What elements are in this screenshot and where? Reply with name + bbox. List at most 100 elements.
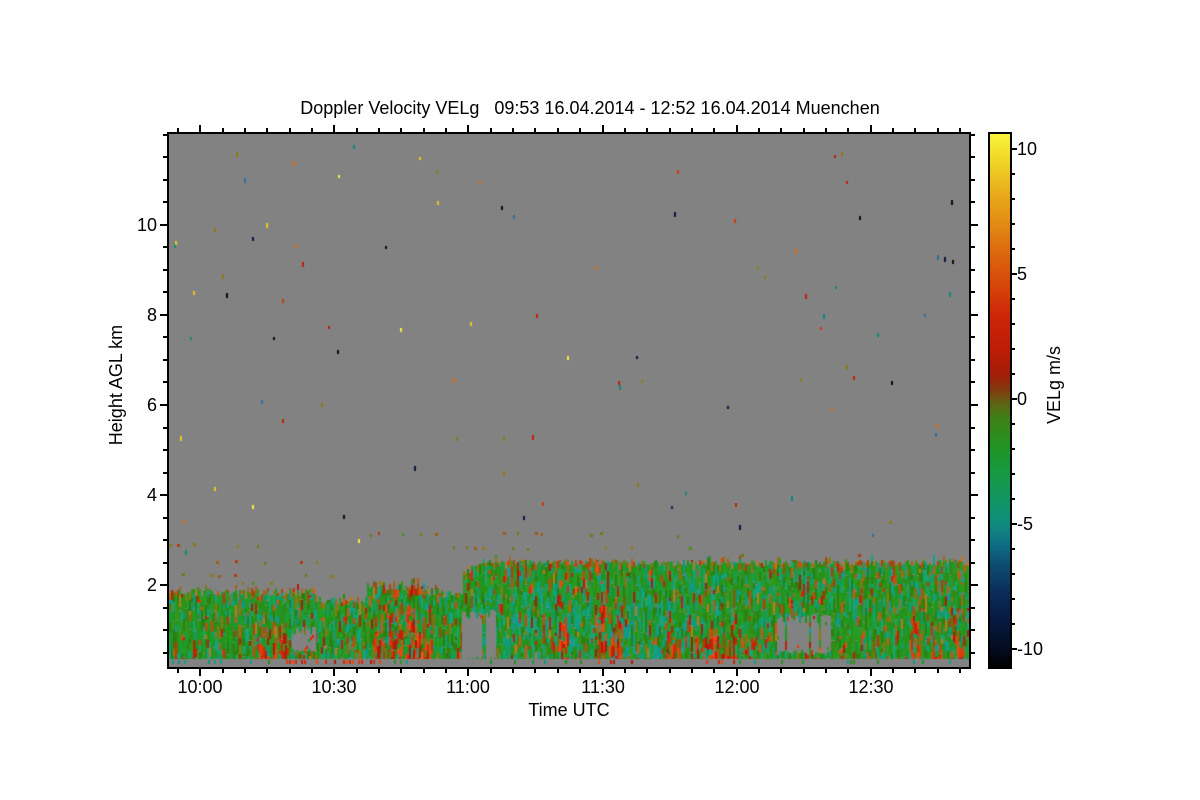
- x-axis-tick: [602, 669, 604, 676]
- x-axis-top-tick: [534, 128, 536, 132]
- x-axis-tick: [244, 669, 246, 673]
- colorbar-tick: [1012, 448, 1015, 450]
- y-axis-tick: [163, 539, 167, 541]
- y-axis-tick: [160, 314, 167, 316]
- x-axis-label: Time UTC: [528, 700, 610, 720]
- chart-title: Doppler Velocity VELg 09:53 16.04.2014 -…: [300, 98, 880, 118]
- y-axis-tick: [160, 494, 167, 496]
- x-axis-tick: [669, 669, 671, 673]
- x-axis-tick: [266, 669, 268, 673]
- x-axis-tick: [892, 669, 894, 673]
- x-axis-tick-label: 10:30: [311, 677, 357, 697]
- y-axis-right-tick: [971, 404, 978, 406]
- y-axis-right-tick: [971, 607, 975, 609]
- y-axis-tick: [163, 156, 167, 158]
- x-axis-tick: [557, 669, 559, 673]
- x-axis-tick: [490, 669, 492, 673]
- x-axis-top-tick: [400, 128, 402, 132]
- y-axis-right-tick: [971, 562, 975, 564]
- y-axis-right-tick: [971, 291, 975, 293]
- y-axis-right-tick: [971, 539, 975, 541]
- x-axis-top-tick: [490, 128, 492, 132]
- colorbar-tick: [1012, 248, 1015, 250]
- y-axis-tick: [163, 179, 167, 181]
- colorbar-axis-label: VELg m/s: [1044, 345, 1064, 425]
- y-axis-tick: [163, 246, 167, 248]
- x-axis-top-tick: [445, 128, 447, 132]
- x-axis-top-tick: [602, 125, 604, 132]
- x-axis-top-tick: [825, 128, 827, 132]
- x-axis-tick: [177, 669, 179, 673]
- x-axis-tick: [736, 669, 738, 676]
- y-axis-tick: [163, 201, 167, 203]
- colorbar-tick: [1012, 473, 1015, 475]
- y-axis-right-tick: [971, 314, 978, 316]
- velocity-heatmap-canvas: [169, 134, 969, 667]
- x-axis-top-tick: [356, 128, 358, 132]
- x-axis-top-tick: [892, 128, 894, 132]
- colorbar-tick: [1012, 198, 1015, 200]
- y-axis-tick: [163, 336, 167, 338]
- x-axis-top-tick: [624, 128, 626, 132]
- y-axis-right-tick: [971, 629, 975, 631]
- x-axis-top-tick: [758, 128, 760, 132]
- y-axis-right-tick: [971, 359, 975, 361]
- x-axis-top-tick: [333, 125, 335, 132]
- x-axis-top-tick: [177, 128, 179, 132]
- y-axis-right-tick: [971, 472, 975, 474]
- y-axis-tick: [163, 629, 167, 631]
- x-axis-top-tick: [199, 125, 201, 132]
- x-axis-tick: [311, 669, 313, 673]
- y-axis-tick: [160, 404, 167, 406]
- x-axis-tick: [423, 669, 425, 673]
- x-axis-top-tick: [244, 128, 246, 132]
- x-axis-tick-label: 10:00: [177, 677, 223, 697]
- y-axis-tick: [163, 607, 167, 609]
- x-axis-tick: [534, 669, 536, 673]
- y-axis-tick-label: 4: [146, 485, 157, 505]
- x-axis-top-tick: [713, 128, 715, 132]
- x-axis-top-tick: [870, 125, 872, 132]
- x-axis-tick: [512, 669, 514, 673]
- y-axis-right-tick: [971, 156, 975, 158]
- x-axis-tick: [825, 669, 827, 673]
- x-axis-top-tick: [311, 128, 313, 132]
- x-axis-top-tick: [266, 128, 268, 132]
- x-axis-top-tick: [937, 128, 939, 132]
- y-axis-tick: [163, 517, 167, 519]
- x-axis-tick: [289, 669, 291, 673]
- x-axis-tick: [356, 669, 358, 673]
- x-axis-top-tick: [512, 128, 514, 132]
- x-axis-tick: [646, 669, 648, 673]
- x-axis-tick-label: 11:00: [446, 677, 490, 697]
- y-axis-tick: [163, 359, 167, 361]
- y-axis-tick: [163, 291, 167, 293]
- x-axis-top-tick: [289, 128, 291, 132]
- colorbar-tick: [1012, 498, 1015, 500]
- y-axis-tick: [163, 472, 167, 474]
- x-axis-top-tick: [669, 128, 671, 132]
- x-axis-top-tick: [736, 125, 738, 132]
- x-axis-tick: [914, 669, 916, 673]
- x-axis-tick: [959, 669, 961, 673]
- y-axis-right-tick: [971, 224, 978, 226]
- y-axis-right-tick: [971, 269, 975, 271]
- colorbar-tick: [1012, 223, 1015, 225]
- y-axis-tick: [160, 584, 167, 586]
- x-axis-tick: [400, 669, 402, 673]
- x-axis-top-tick: [803, 128, 805, 132]
- x-axis-tick-label: 12:30: [848, 677, 894, 697]
- x-axis-top-tick: [579, 128, 581, 132]
- colorbar-tick: [1012, 623, 1015, 625]
- x-axis-top-tick: [914, 128, 916, 132]
- x-axis-tick: [467, 669, 469, 676]
- colorbar-tick: [1012, 348, 1015, 350]
- y-axis-tick-label: 10: [136, 215, 157, 235]
- x-axis-top-tick: [646, 128, 648, 132]
- doppler-velocity-figure: Doppler Velocity VELg 09:53 16.04.2014 -…: [0, 0, 1200, 800]
- colorbar-tick: [1012, 298, 1015, 300]
- y-axis-right-tick: [971, 381, 975, 383]
- colorbar-tick-label: -5: [1017, 514, 1034, 534]
- y-axis-right-tick: [971, 427, 975, 429]
- x-axis-tick: [199, 669, 201, 676]
